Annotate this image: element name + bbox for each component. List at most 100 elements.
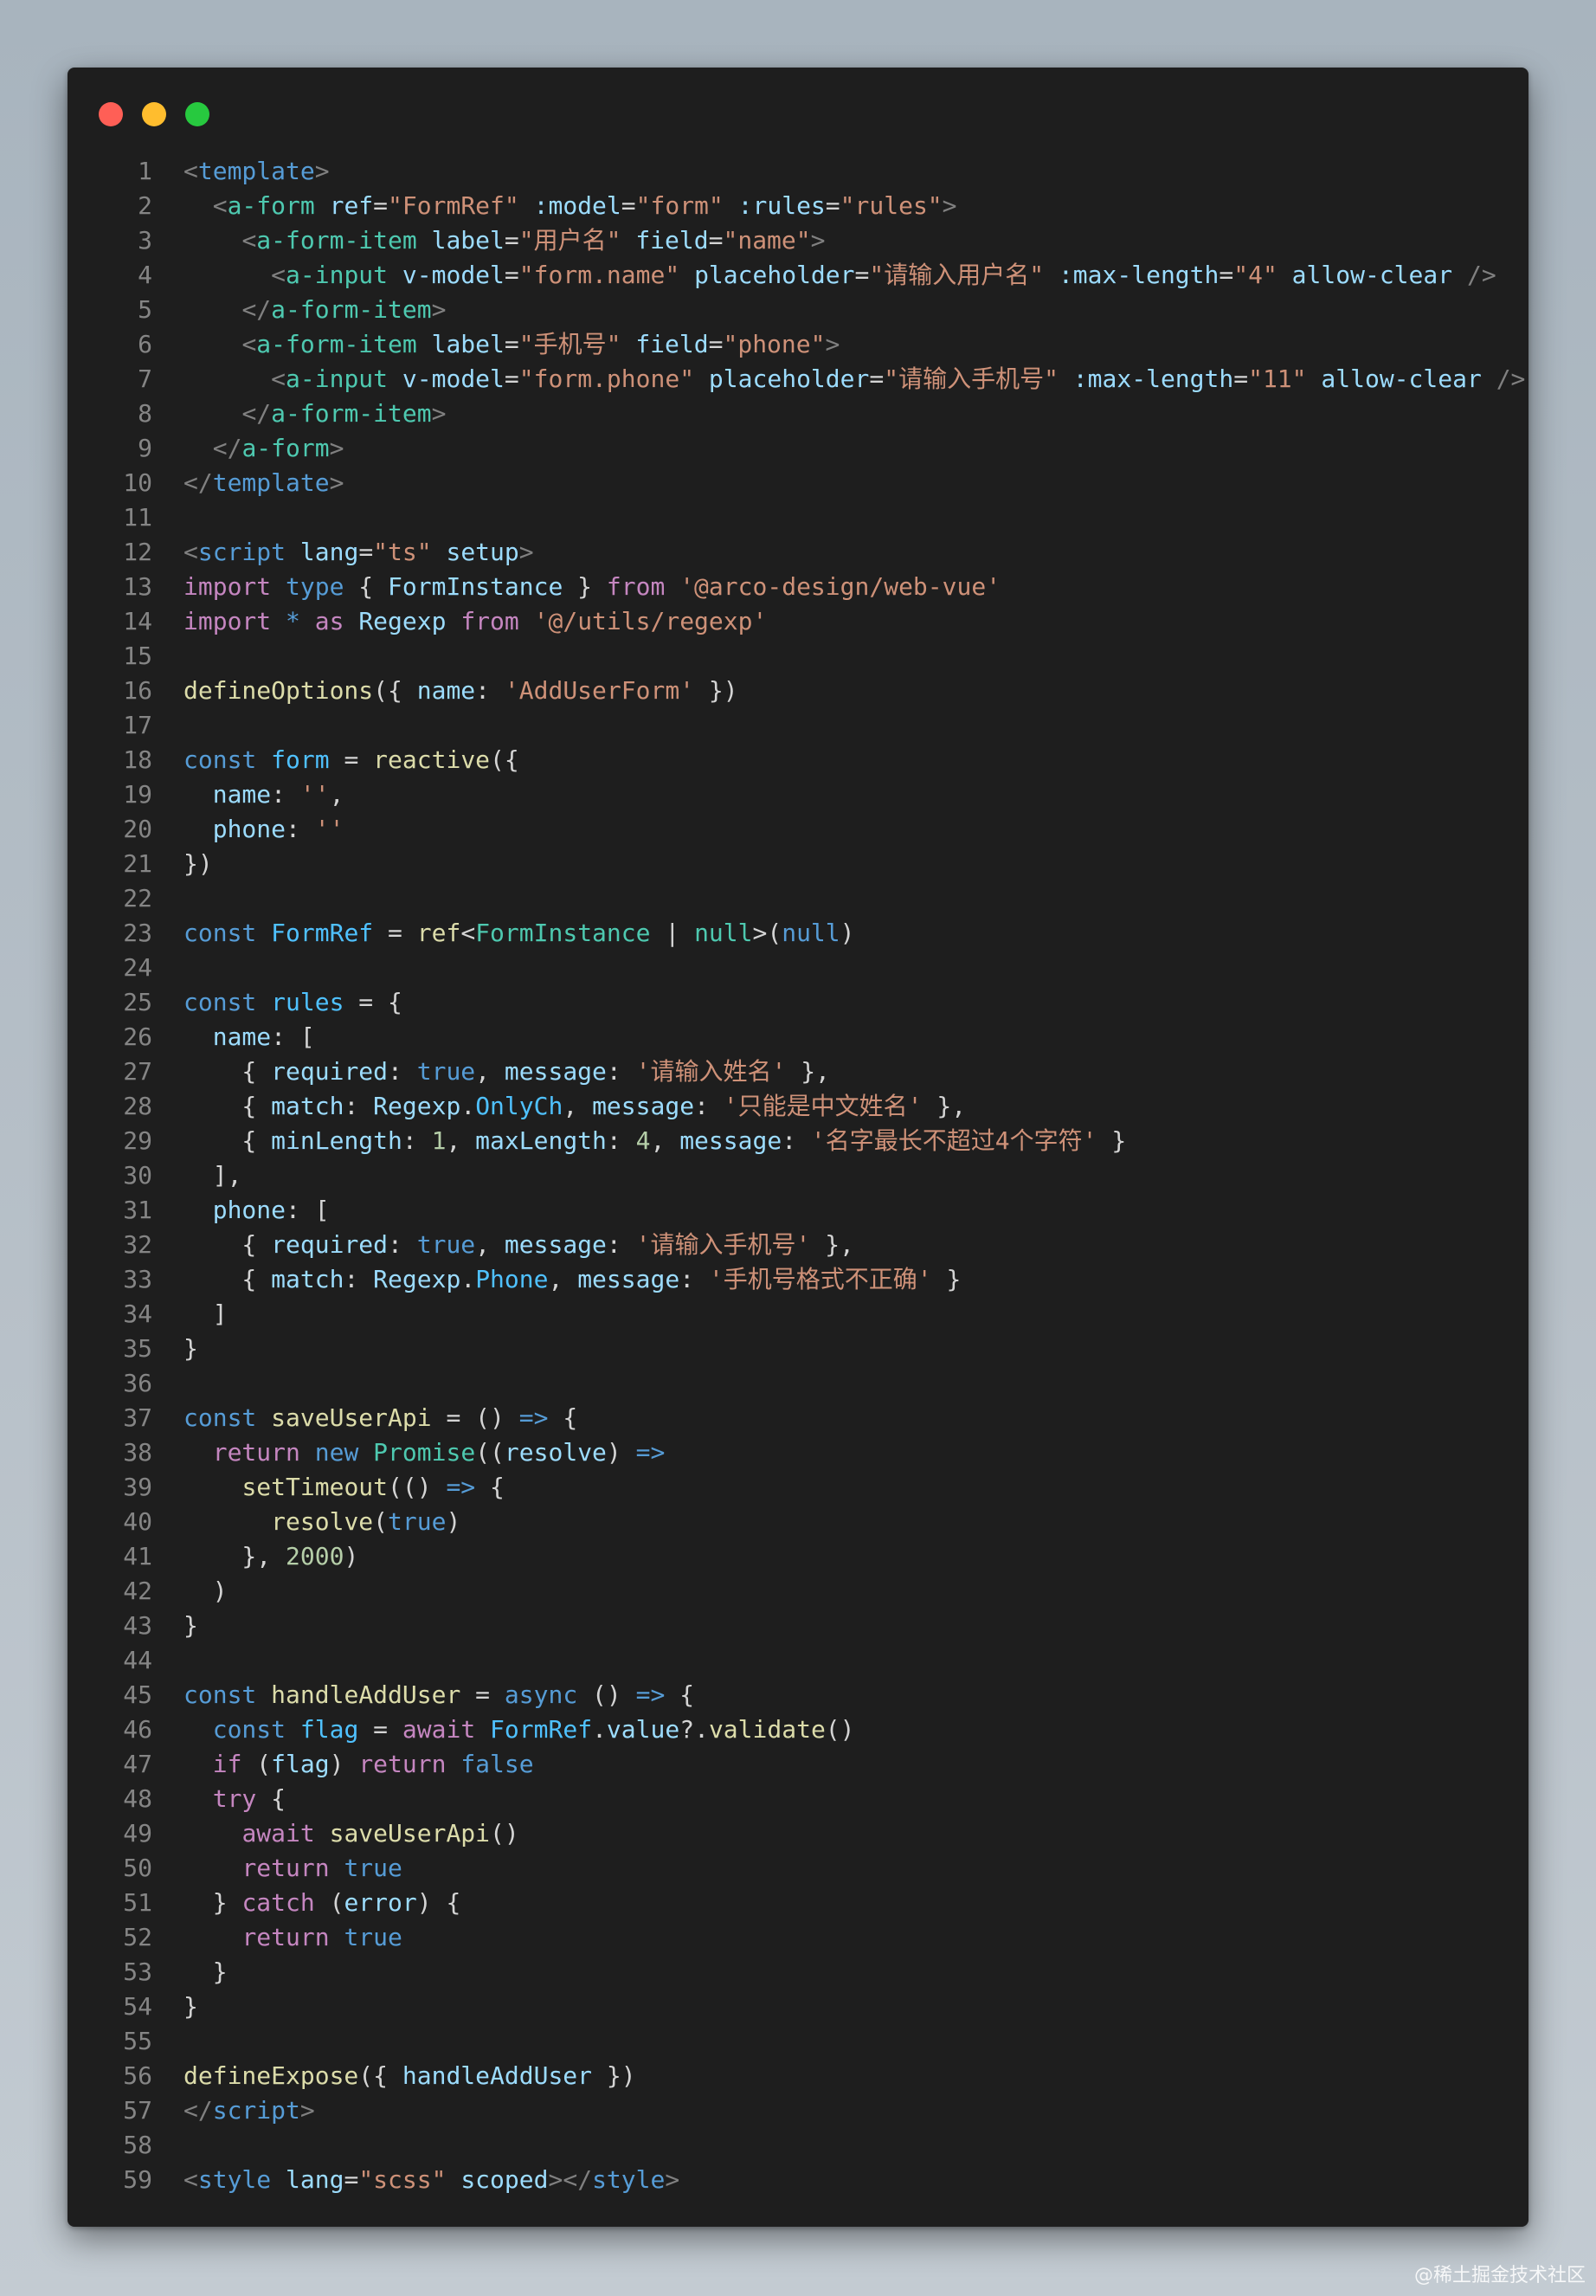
code-token: phone [212, 1196, 286, 1224]
code-token: catch [241, 1888, 315, 1917]
code-token: const [183, 919, 257, 947]
code-token: /> [1496, 364, 1526, 393]
code-token: : [271, 780, 300, 809]
code-token: "FormRef" [388, 191, 519, 220]
code-token: label [431, 226, 505, 255]
code-line: 28 { match: Regexp.OnlyCh, message: '只能是… [95, 1089, 1518, 1124]
code-token: < [183, 157, 198, 185]
code-token: a-form-item [256, 226, 417, 255]
code-token: FormInstance [388, 572, 563, 601]
close-dot-icon[interactable] [99, 102, 123, 126]
code-line: 52 return true [95, 1920, 1518, 1955]
line-number: 36 [123, 1369, 152, 1397]
code-token: : [606, 1057, 636, 1086]
code-token: > [431, 399, 447, 428]
code-token: } [183, 1888, 242, 1917]
code-token: OnlyCh [475, 1092, 563, 1120]
code-text: } [183, 1957, 228, 1986]
line-number: 23 [123, 919, 152, 947]
code-line: 32 { required: true, message: '请输入手机号' }… [95, 1228, 1518, 1262]
line-number: 19 [123, 780, 152, 809]
code-token: defineExpose [183, 2061, 359, 2090]
code-token: Regexp [373, 1092, 461, 1120]
code-token: : [388, 1057, 417, 1086]
code-text: defineExpose({ handleAddUser }) [183, 2061, 636, 2090]
code-token: = [708, 226, 724, 255]
code-token: true [416, 1230, 476, 1259]
code-line: 55 [95, 2024, 1518, 2059]
code-editor[interactable]: 1 <template> 2 <a-form ref="FormRef" :mode… [95, 154, 1525, 2197]
code-token: > [431, 295, 447, 324]
line-number: 24 [123, 953, 152, 982]
code-line: 10 </template> [95, 466, 1518, 500]
code-token: ) [840, 919, 855, 947]
code-line: 24 [95, 951, 1518, 985]
code-token: try [212, 1784, 257, 1813]
code-text: { match: Regexp.Phone, message: '手机号格式不正… [183, 1265, 961, 1293]
code-token: flag [271, 1750, 330, 1778]
code-token: : [606, 1126, 636, 1155]
code-token: "请输入手机号" [884, 364, 1059, 393]
line-number: 11 [123, 503, 152, 532]
code-token: < [460, 919, 476, 947]
code-token: } [1097, 1126, 1127, 1155]
code-line: 41 }, 2000) [95, 1539, 1518, 1574]
code-line: 9 </a-form> [95, 431, 1518, 466]
code-token: ], [183, 1161, 242, 1190]
code-token: ( [314, 1888, 344, 1917]
code-line: 40 resolve(true) [95, 1505, 1518, 1539]
code-token: null [782, 919, 840, 947]
code-token: type [286, 572, 344, 601]
code-token: message [577, 1265, 680, 1293]
code-token: = [504, 364, 519, 393]
code-text: </a-form-item> [183, 399, 446, 428]
code-line: 57 </script> [95, 2093, 1518, 2128]
code-line: 44 [95, 1643, 1518, 1678]
code-token: Regexp [358, 607, 447, 635]
code-line: 46 const flag = await FormRef.value?.val… [95, 1712, 1518, 1747]
minimize-dot-icon[interactable] [142, 102, 166, 126]
code-token: validate [708, 1715, 826, 1744]
code-token: ) [344, 1542, 359, 1570]
code-token: v-model [402, 261, 505, 289]
line-number: 3 [138, 226, 152, 255]
code-token: < [212, 191, 228, 220]
code-token: ({ [373, 676, 417, 705]
line-number: 25 [123, 988, 152, 1016]
code-token: a-input [286, 261, 389, 289]
code-line: 11 [95, 500, 1518, 535]
code-token: : [606, 1230, 636, 1259]
line-number: 56 [123, 2061, 152, 2090]
code-token: : [388, 1230, 417, 1259]
code-line: 21}) [95, 847, 1518, 881]
code-token: a-input [286, 364, 389, 393]
code-token: handleAddUser [271, 1680, 461, 1709]
code-token: , [548, 1265, 578, 1293]
code-line: 38 return new Promise((resolve) => [95, 1435, 1518, 1470]
line-number: 13 [123, 572, 152, 601]
line-number: 8 [138, 399, 152, 428]
code-token: '' [314, 815, 344, 843]
code-token: return [241, 1854, 330, 1882]
code-token: '请输入姓名' [635, 1057, 787, 1086]
code-token: : [286, 815, 315, 843]
maximize-dot-icon[interactable] [185, 102, 209, 126]
code-token: ) [446, 1507, 461, 1536]
code-token: a-form [241, 434, 330, 462]
code-token: > [329, 434, 344, 462]
code-token: = [373, 191, 389, 220]
code-token: template [197, 157, 315, 185]
code-token: : [402, 1126, 432, 1155]
code-token: { [548, 1403, 578, 1432]
